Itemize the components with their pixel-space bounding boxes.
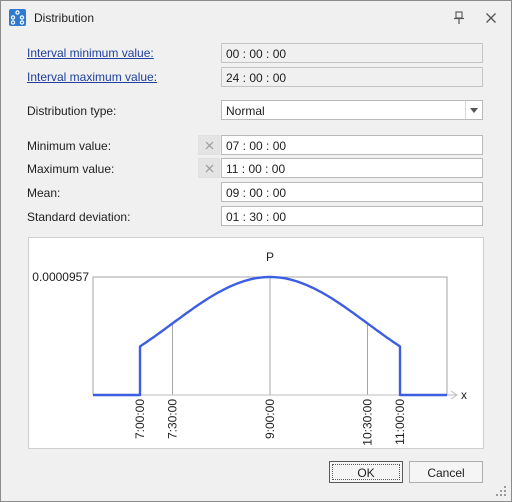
interval-min-link[interactable]: Interval minimum value: [27,46,154,60]
focus-rect [332,464,400,480]
window-title: Distribution [34,11,95,25]
maximum-value-field[interactable]: 11 : 00 : 00 [221,158,483,178]
distribution-chart: P 0.0000957 x 7:00:00 7:30:00 9:00:00 10:30:00… [28,237,484,449]
std-dev-label: Standard deviation: [27,210,131,224]
resize-grip-icon[interactable] [495,485,507,497]
x-tick-label: 10:30:00 [361,399,375,446]
clear-minimum-button[interactable] [198,135,220,155]
chart-svg: P 0.0000957 x 7:00:00 7:30:00 9:00:00 10:30:00… [32,250,467,446]
std-dev-field[interactable]: 01 : 30 : 00 [221,206,483,226]
x-tick-label: 7:30:00 [166,399,180,439]
minimum-value-field[interactable]: 07 : 00 : 00 [221,135,483,155]
distribution-app-icon [9,9,26,26]
interval-max-field: 24 : 00 : 00 [221,67,483,87]
distribution-type-value: Normal [226,104,265,118]
clear-icon [205,141,214,150]
minimum-value-label: Minimum value: [27,139,112,153]
maximum-value-label: Maximum value: [27,162,115,176]
cancel-button[interactable]: Cancel [409,461,483,483]
pin-icon[interactable] [450,9,468,27]
clear-icon [205,164,214,173]
chevron-down-icon[interactable] [465,101,482,119]
mean-field[interactable]: 09 : 00 : 00 [221,182,483,202]
x-tick-label: 9:00:00 [263,399,277,439]
y-max-label: 0.0000957 [32,270,89,284]
distribution-dialog: Distribution Interval minimum value: 00 … [0,0,512,502]
ok-button[interactable]: OK [329,461,403,483]
interval-max-link[interactable]: Interval maximum value: [27,70,157,84]
x-tick-label: 11:00:00 [393,399,407,445]
cancel-label: Cancel [427,466,465,480]
distribution-type-label: Distribution type: [27,104,117,118]
chart-title: P [266,250,274,264]
interval-min-field: 00 : 00 : 00 [221,43,483,63]
close-icon[interactable] [482,9,500,27]
mean-label: Mean: [27,186,61,200]
distribution-type-select[interactable]: Normal [221,100,483,120]
title-bar: Distribution [1,1,511,35]
x-tick-label: 7:00:00 [133,399,147,439]
x-axis-label: x [461,388,467,402]
clear-maximum-button[interactable] [198,158,220,178]
